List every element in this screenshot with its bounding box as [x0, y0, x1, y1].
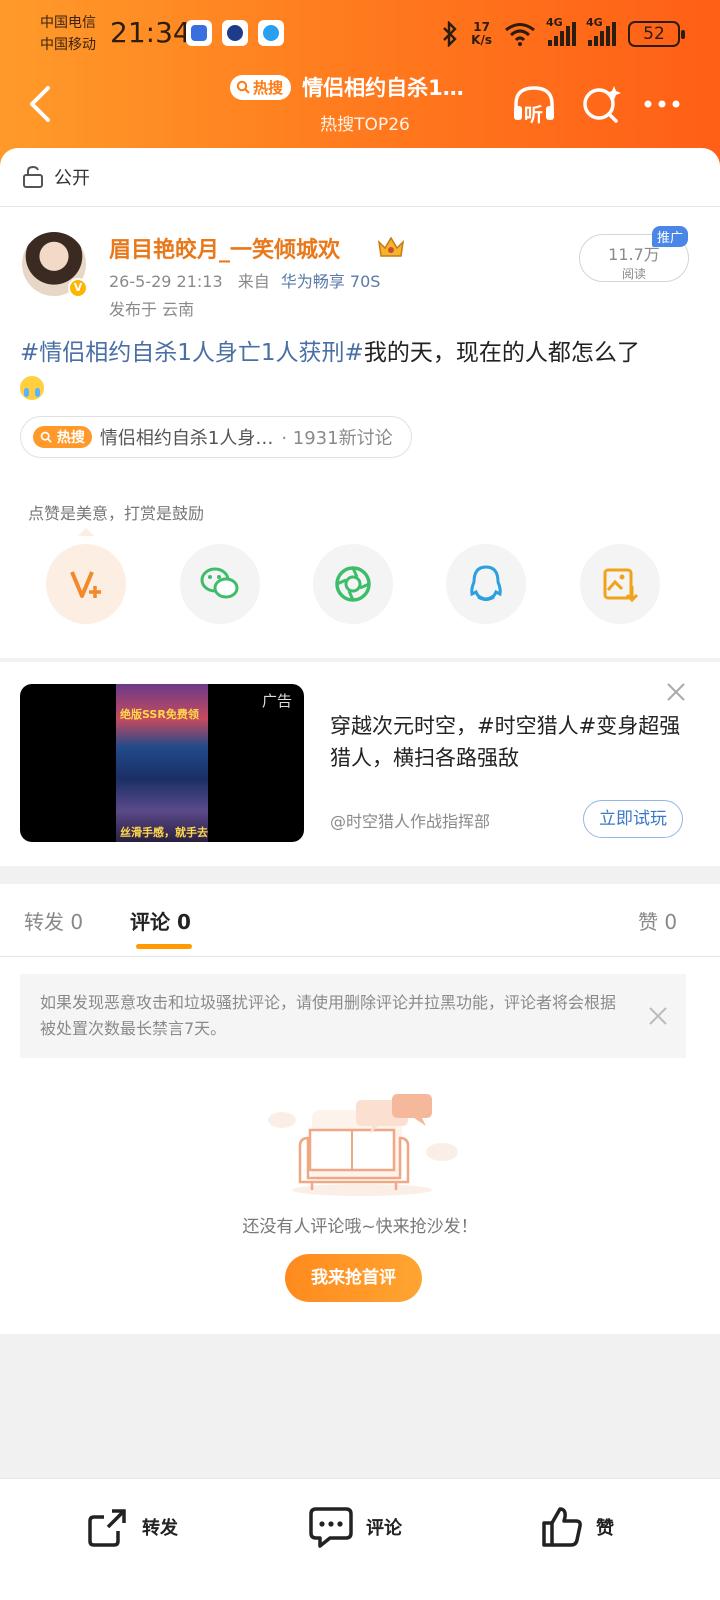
signal-icon: 4G — [586, 16, 616, 46]
post-text: #情侣相约自杀1人身亡1人获刑#我的天，现在的人都怎么了 — [20, 336, 700, 404]
share-qq-button[interactable] — [446, 544, 526, 624]
share-vplus-button[interactable] — [46, 544, 126, 624]
close-icon[interactable] — [666, 682, 686, 702]
vplus-icon — [70, 571, 101, 598]
search-icon — [40, 431, 52, 443]
ad-text: 穿越次元时空，#时空猎人#变身超强猎人，横扫各路强敌 — [330, 714, 681, 770]
battery-icon: 52 — [628, 21, 685, 47]
try-now-button[interactable]: 立即试玩 — [583, 800, 683, 838]
comments-section: 转发 0 评论 0 赞 0 如果发现恶意攻击和垃圾骚扰评论，请使用删除评论并拉黑… — [0, 884, 720, 1334]
hot-search-chip: 热搜 — [230, 74, 292, 100]
qq-icon — [470, 565, 502, 601]
share-arrow-icon — [88, 1509, 126, 1547]
save-image-icon — [603, 568, 639, 603]
bottom-action-bar: 转发 评论 赞 — [0, 1478, 720, 1600]
page-subtitle: 热搜TOP26 — [320, 115, 410, 135]
share-save-image-button[interactable] — [580, 544, 660, 624]
close-icon[interactable] — [648, 1006, 668, 1026]
unlock-icon — [23, 165, 43, 188]
repost-button[interactable]: 转发 — [86, 1505, 178, 1549]
listen-button[interactable]: 听 — [510, 80, 558, 128]
first-comment-button[interactable]: 我来抢首评 — [285, 1254, 422, 1302]
tip-arrow — [78, 528, 94, 536]
app-notification-icon — [186, 20, 212, 46]
wechat-icon — [200, 567, 239, 599]
divider — [0, 956, 720, 957]
moments-icon — [335, 566, 371, 602]
hashtag-link[interactable]: #情侣相约自杀1人身亡1人获刑# — [20, 340, 364, 366]
net-speed: 17 K/s — [471, 20, 492, 47]
hot-topic-card[interactable]: 热搜 情侣相约自杀1人身… · 1931新讨论 — [20, 416, 412, 458]
visibility-indicator: 公开 — [22, 162, 90, 192]
signal-icon: 4G — [546, 16, 576, 46]
empty-comments-text: 还没有人评论哦~快来抢沙发！ — [242, 1217, 478, 1237]
thumbs-up-icon — [542, 1507, 582, 1547]
clock: 21:34 — [110, 16, 191, 49]
post-card: 公开 V 眉目艳皎月_一笑倾城欢 26-5-29 21:13 来自 华为畅享 7… — [0, 148, 720, 658]
more-icon[interactable] — [638, 80, 686, 128]
bluetooth-icon — [443, 21, 457, 47]
post-location: 发布于 云南 — [109, 300, 195, 319]
page-title-block[interactable]: 热搜 情侣相约自杀1… 热搜TOP26 — [230, 72, 490, 135]
share-moments-button[interactable] — [313, 544, 393, 624]
comment-bubble-icon — [309, 1507, 353, 1548]
post-meta: 26-5-29 21:13 来自 华为畅享 70S — [109, 272, 381, 291]
carrier-info: 中国电信 中国移动 — [40, 15, 96, 53]
verified-badge-icon: V — [68, 278, 88, 298]
reward-tip: 点赞是美意，打赏是鼓励 — [28, 504, 205, 523]
promote-badge[interactable]: 推广 — [652, 226, 689, 247]
divider — [0, 206, 720, 207]
tab-likes[interactable]: 赞 0 — [638, 906, 677, 935]
author-name[interactable]: 眉目艳皎月_一笑倾城欢 — [109, 232, 340, 264]
wifi-icon — [505, 23, 535, 46]
active-tab-indicator — [136, 944, 192, 949]
like-button[interactable]: 赞 — [540, 1505, 614, 1549]
share-wechat-button[interactable] — [180, 544, 260, 624]
search-icon — [236, 80, 250, 94]
status-bar: 中国电信 中国移动 21:34 17 K/s 4G 4G 52 — [0, 0, 720, 70]
ad-video[interactable]: 绝版SSR免费领 丝滑手感，就手去战 广告 — [20, 684, 304, 842]
sofa-illustration — [268, 1094, 458, 1196]
tab-comments[interactable]: 评论 0 — [130, 906, 191, 935]
ad-game-artwork: 绝版SSR免费领 丝滑手感，就手去战 — [116, 684, 208, 842]
crying-emoji-icon — [20, 375, 44, 400]
back-icon[interactable] — [20, 82, 64, 126]
status-icons: 17 K/s 4G 4G 52 — [441, 16, 685, 50]
ad-card[interactable]: 绝版SSR免费领 丝滑手感，就手去战 广告 穿越次元时空，#时空猎人#变身超强猎… — [0, 662, 720, 866]
comment-notice: 如果发现恶意攻击和垃圾骚扰评论，请使用删除评论并拉黑功能，评论者将会根据被处置次… — [20, 974, 686, 1058]
hot-search-chip: 热搜 — [33, 426, 92, 448]
comment-button[interactable]: 评论 — [308, 1505, 402, 1549]
app-notification-icon — [258, 20, 284, 46]
app-notification-icon — [222, 20, 248, 46]
crown-icon — [377, 236, 405, 257]
nav-bar: 热搜 情侣相约自杀1… 热搜TOP26 听 — [0, 70, 720, 150]
search-sparkle-icon[interactable] — [578, 80, 626, 128]
page-title: 情侣相约自杀1… — [302, 76, 464, 100]
tab-repost[interactable]: 转发 0 — [24, 906, 83, 935]
device-link[interactable]: 华为畅享 70S — [281, 272, 381, 291]
ad-label: 广告 — [261, 692, 292, 710]
ad-source[interactable]: @时空猎人作战指挥部 — [330, 808, 490, 832]
